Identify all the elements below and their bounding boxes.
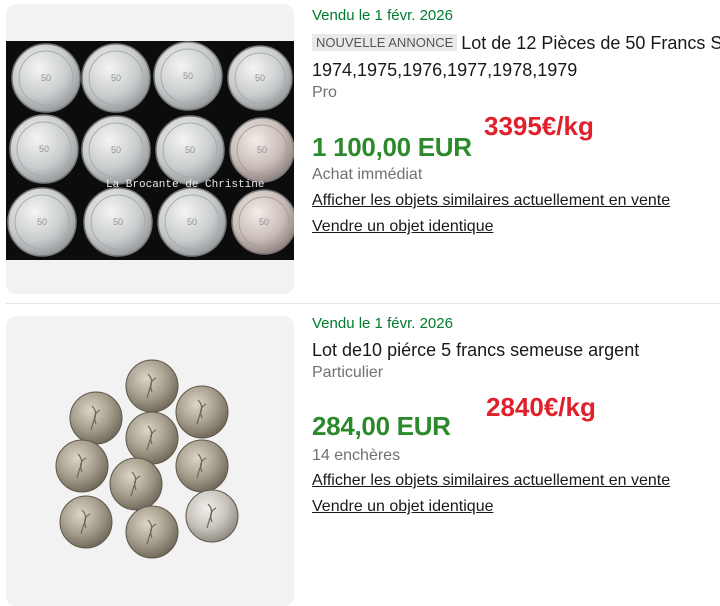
new-listing-badge: NOUVELLE ANNONCE	[312, 34, 458, 51]
divider	[6, 303, 720, 304]
sold-price: 1 100,00 EUR	[312, 132, 472, 162]
coins-photo: 50 50 50 50 50 50 50 50 50 50 50 50 La Brocante d…	[6, 41, 294, 260]
svg-text:50: 50	[257, 145, 267, 155]
listing-title-line1: Lot de 12 Pièces de 50 Francs S	[461, 33, 720, 53]
sell-similar-link[interactable]: Vendre un objet identique	[312, 218, 493, 236]
listing-card: 50 50 50 50 50 50 50 50 50 50 50 50 La Brocante d…	[0, 0, 720, 302]
listing-title[interactable]: Lot de10 piérce 5 francs semeuse argent	[312, 340, 639, 361]
similar-items-link[interactable]: Afficher les objets similaires actuellem…	[312, 192, 670, 210]
svg-text:50: 50	[111, 145, 121, 155]
listing-title-line2[interactable]: 1974,1975,1976,1977,1978,1979	[312, 60, 577, 81]
listing-card: Vendu le 1 févr. 2026 Lot de10 piérce 5 …	[0, 306, 720, 606]
price-per-kg-annotation: 2840€/kg	[486, 392, 596, 422]
svg-text:50: 50	[39, 144, 49, 154]
listing-image[interactable]: 50 50 50 50 50 50 50 50 50 50 50 50 La Brocante d…	[6, 4, 294, 294]
sold-date: Vendu le 1 févr. 2026	[312, 315, 453, 332]
coins-photo	[6, 316, 294, 606]
sell-similar-link[interactable]: Vendre un objet identique	[312, 498, 493, 516]
svg-text:50: 50	[113, 217, 123, 227]
sold-price: 284,00 EUR	[312, 411, 451, 441]
svg-text:50: 50	[255, 73, 265, 83]
sold-date: Vendu le 1 févr. 2026	[312, 7, 453, 24]
similar-items-link[interactable]: Afficher les objets similaires actuellem…	[312, 472, 670, 490]
price-per-kg-annotation: 3395€/kg	[484, 111, 594, 141]
svg-text:50: 50	[183, 71, 193, 81]
svg-text:50: 50	[185, 145, 195, 155]
listing-image[interactable]	[6, 316, 294, 606]
svg-text:50: 50	[37, 217, 47, 227]
svg-text:50: 50	[111, 73, 121, 83]
bid-count: 14 enchères	[312, 447, 401, 464]
sale-type: Achat immédiat	[312, 166, 423, 183]
seller-type: Particulier	[312, 364, 384, 381]
seller-type: Pro	[312, 84, 337, 101]
listing-title[interactable]: NOUVELLE ANNONCE Lot de 12 Pièces de 50 F…	[312, 33, 720, 54]
photo-watermark: La Brocante de Christine	[106, 179, 264, 191]
svg-text:50: 50	[259, 217, 269, 227]
svg-text:50: 50	[41, 73, 51, 83]
svg-text:50: 50	[187, 217, 197, 227]
